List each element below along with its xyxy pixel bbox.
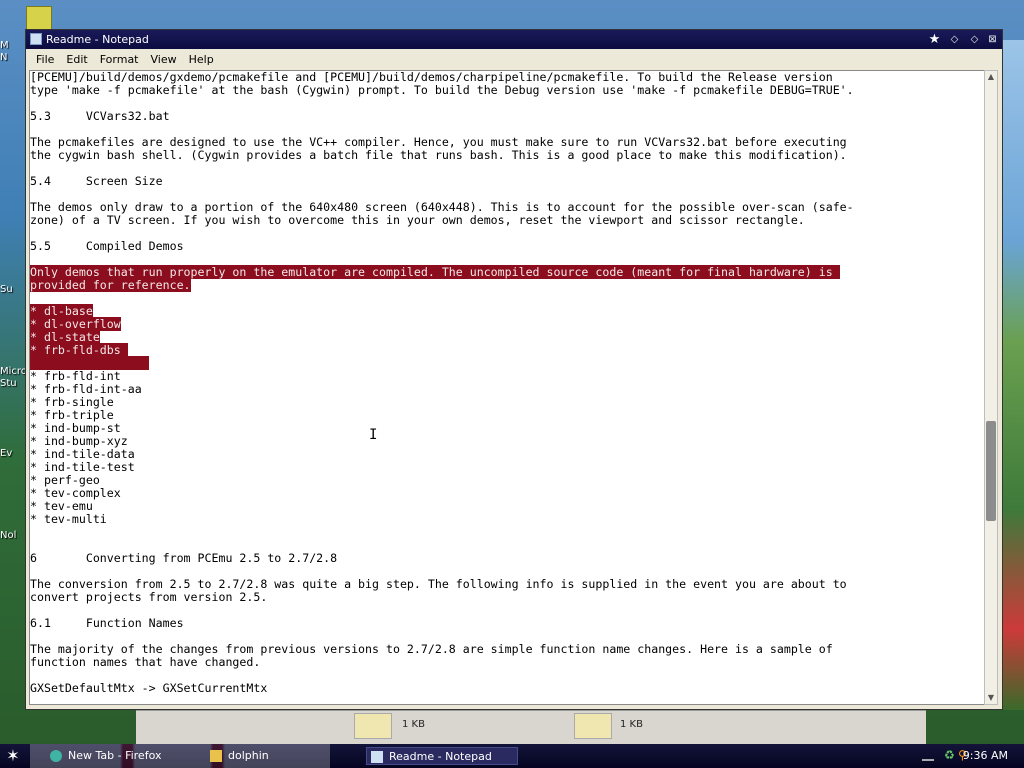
selected-text[interactable] bbox=[30, 356, 149, 370]
menu-format[interactable]: Format bbox=[94, 53, 145, 66]
task-label: dolphin bbox=[228, 749, 269, 762]
menu-edit[interactable]: Edit bbox=[60, 53, 93, 66]
document-line[interactable]: * ind-tile-data bbox=[30, 448, 854, 461]
menu-help[interactable]: Help bbox=[183, 53, 220, 66]
document-line[interactable]: * ind-bump-st bbox=[30, 422, 854, 435]
task-firefox[interactable]: New Tab - Firefox bbox=[46, 747, 196, 765]
minimize-button[interactable]: ◇ bbox=[947, 32, 962, 47]
desktop-icon-label[interactable]: Micro bbox=[0, 366, 26, 377]
network-icon[interactable]: ♻ bbox=[944, 748, 955, 762]
document-text[interactable]: [PCEMU]/build/demos/gxdemo/pcmakefile an… bbox=[30, 71, 854, 695]
document-line[interactable]: type 'make -f pcmakefile' at the bash (C… bbox=[30, 84, 854, 97]
document-line[interactable]: 6.1 Function Names bbox=[30, 617, 854, 630]
document-line[interactable]: 5.3 VCVars32.bat bbox=[30, 110, 854, 123]
desktop-icon-label[interactable]: Stu bbox=[0, 378, 26, 389]
document-line[interactable] bbox=[30, 356, 854, 370]
system-tray: ♻ ⚲ 9:36 AM bbox=[914, 744, 1024, 768]
selected-text[interactable]: * dl-base bbox=[30, 304, 93, 318]
selected-text[interactable]: * dl-overflow bbox=[30, 317, 121, 331]
document-line[interactable]: * frb-fld-int-aa bbox=[30, 383, 854, 396]
menu-bar: File Edit Format View Help bbox=[26, 49, 1002, 69]
document-line[interactable]: * ind-bump-xyz bbox=[30, 435, 854, 448]
document-line[interactable]: * frb-fld-int bbox=[30, 370, 854, 383]
file-thumbnail-icon bbox=[354, 713, 392, 739]
maximize-button[interactable]: ◇ bbox=[967, 32, 982, 47]
i-beam-cursor-icon: I bbox=[369, 427, 378, 443]
document-line[interactable] bbox=[30, 292, 854, 305]
window-title: Readme - Notepad bbox=[46, 33, 149, 46]
menu-file[interactable]: File bbox=[30, 53, 60, 66]
desktop-wallpaper-strip bbox=[1002, 40, 1024, 710]
selected-text[interactable]: * frb-fld-dbs bbox=[30, 343, 128, 357]
folder-icon bbox=[210, 750, 222, 762]
clock[interactable]: 9:36 AM bbox=[963, 749, 1008, 762]
selected-text[interactable]: Only demos that run properly on the emul… bbox=[30, 265, 840, 279]
background-explorer-window: 1 KB 1 KB bbox=[136, 710, 926, 745]
document-line[interactable]: provided for reference. bbox=[30, 278, 854, 292]
desktop-icon-label[interactable]: Ev bbox=[0, 448, 26, 459]
title-bar[interactable]: Readme - Notepad ★ ◇ ◇ ⊠ bbox=[26, 30, 1002, 49]
document-line[interactable]: * dl-overflow bbox=[30, 317, 854, 331]
keyboard-icon[interactable] bbox=[922, 749, 934, 761]
document-line[interactable]: * tev-emu bbox=[30, 500, 854, 513]
menu-view[interactable]: View bbox=[145, 53, 183, 66]
scroll-up-icon[interactable]: ▲ bbox=[985, 71, 997, 83]
document-line[interactable] bbox=[30, 526, 854, 539]
desktop-icon-label[interactable]: N bbox=[0, 52, 26, 63]
vertical-scrollbar[interactable]: ▲ ▼ bbox=[984, 70, 998, 705]
text-editor-area[interactable]: [PCEMU]/build/demos/gxdemo/pcmakefile an… bbox=[29, 70, 987, 705]
scroll-down-icon[interactable]: ▼ bbox=[985, 692, 997, 704]
document-line[interactable]: zone) of a TV screen. If you wish to ove… bbox=[30, 214, 854, 227]
document-line[interactable]: * frb-single bbox=[30, 396, 854, 409]
notepad-window: Readme - Notepad ★ ◇ ◇ ⊠ File Edit Forma… bbox=[25, 29, 1003, 710]
document-line[interactable]: * ind-tile-test bbox=[30, 461, 854, 474]
document-line[interactable]: function names that have changed. bbox=[30, 656, 854, 669]
notepad-app-icon bbox=[30, 33, 42, 45]
start-button[interactable]: ✶ bbox=[4, 747, 22, 765]
document-line[interactable]: 6 Converting from PCEmu 2.5 to 2.7/2.8 bbox=[30, 552, 854, 565]
document-line[interactable]: * tev-multi bbox=[30, 513, 854, 526]
pin-icon[interactable]: ★ bbox=[927, 32, 942, 47]
scrollbar-thumb[interactable] bbox=[986, 421, 996, 521]
notepad-icon bbox=[371, 751, 383, 763]
firefox-icon bbox=[50, 750, 62, 762]
selected-text[interactable]: * dl-state bbox=[30, 330, 100, 344]
desktop-icon-label[interactable]: Su bbox=[0, 284, 26, 295]
desktop-icon-label[interactable]: M bbox=[0, 40, 26, 51]
document-line[interactable]: * perf-geo bbox=[30, 474, 854, 487]
document-line[interactable]: * tev-complex bbox=[30, 487, 854, 500]
document-line[interactable]: convert projects from version 2.5. bbox=[30, 591, 854, 604]
document-line[interactable]: * dl-base bbox=[30, 304, 854, 318]
file-size: 1 KB bbox=[402, 719, 425, 730]
document-line[interactable]: 5.4 Screen Size bbox=[30, 175, 854, 188]
document-line[interactable]: the cygwin bash shell. (Cygwin provides … bbox=[30, 149, 854, 162]
selected-text[interactable]: provided for reference. bbox=[30, 278, 191, 292]
document-line[interactable]: * dl-state bbox=[30, 330, 854, 344]
task-notepad[interactable]: Readme - Notepad bbox=[366, 747, 518, 765]
desktop-icon-label[interactable]: Nol bbox=[0, 530, 26, 541]
task-dolphin[interactable]: dolphin bbox=[206, 747, 356, 765]
close-button[interactable]: ⊠ bbox=[985, 32, 1000, 47]
document-line[interactable]: GXSetDefaultMtx -> GXSetCurrentMtx bbox=[30, 682, 854, 695]
document-line[interactable]: 5.5 Compiled Demos bbox=[30, 240, 854, 253]
task-label: Readme - Notepad bbox=[389, 750, 492, 763]
document-line[interactable]: * frb-fld-dbs bbox=[30, 343, 854, 357]
file-thumbnail-icon bbox=[574, 713, 612, 739]
taskbar: ✶ New Tab - Firefox dolphin Readme - Not… bbox=[0, 744, 1024, 768]
file-size: 1 KB bbox=[620, 719, 643, 730]
task-label: New Tab - Firefox bbox=[68, 749, 162, 762]
document-line[interactable]: * frb-triple bbox=[30, 409, 854, 422]
